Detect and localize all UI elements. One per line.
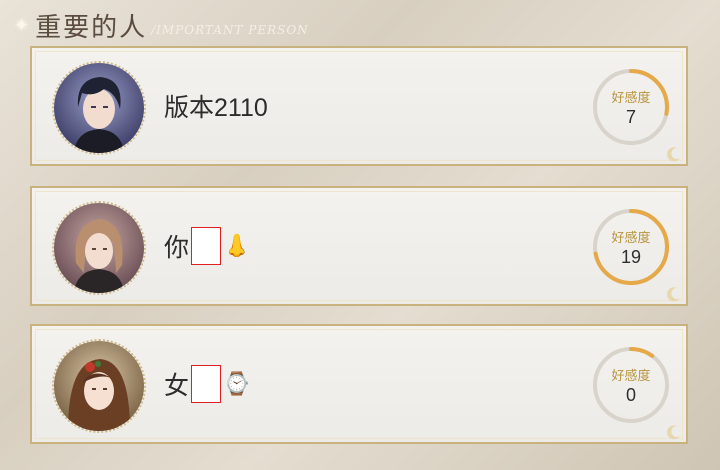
affinity-value: 0 [625, 384, 636, 405]
section-title: 重要的人 [35, 12, 148, 43]
person-name: 女 ⌚ [164, 326, 250, 442]
moon-icon [667, 287, 680, 302]
affinity-label: 好感度 [611, 368, 651, 384]
affinity-label: 好感度 [611, 90, 651, 106]
section-header: ✦ 重要的人 /IMPORTANT PERSON [14, 8, 309, 43]
person-name: 你 👃 [164, 188, 250, 304]
person-card[interactable]: 你 👃 好感度 19 [30, 186, 688, 306]
avatar[interactable] [52, 339, 146, 433]
affinity-gauge: 好感度 7 [590, 66, 672, 148]
affinity-gauge: 好感度 0 [590, 344, 672, 426]
avatar[interactable] [52, 61, 146, 155]
moon-icon [667, 425, 680, 440]
person-card[interactable]: 版本2110 好感度 7 [30, 46, 688, 166]
watch-emoji: ⌚ [223, 371, 251, 396]
person-name: 版本2110 [164, 94, 268, 122]
nose-emoji: 👃 [223, 233, 251, 258]
section-subtitle: /IMPORTANT PERSON [151, 23, 309, 37]
affinity-label: 好感度 [611, 230, 651, 246]
redaction-box [191, 227, 222, 265]
avatar[interactable] [52, 201, 146, 295]
sparkle-icon: ✦ [14, 14, 30, 35]
affinity-gauge: 好感度 19 [590, 206, 672, 288]
affinity-value: 7 [625, 106, 636, 127]
moon-icon [667, 147, 680, 162]
affinity-value: 19 [620, 246, 642, 267]
redaction-box [191, 365, 222, 403]
person-card[interactable]: 女 ⌚ 好感度 0 [30, 324, 688, 444]
